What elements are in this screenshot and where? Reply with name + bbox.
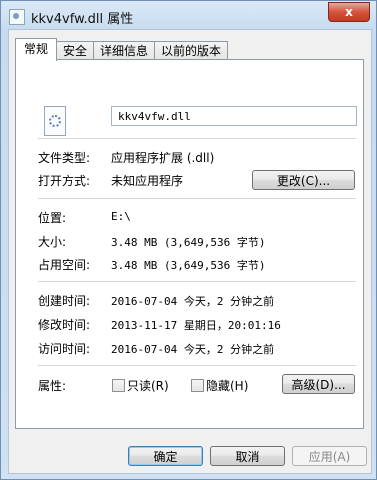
hidden-checkbox[interactable] — [191, 379, 204, 392]
advanced-button[interactable]: 高级(D)... — [282, 374, 355, 394]
size-on-disk-label: 占用空间: — [38, 258, 91, 272]
dialog-body: 常规 安全 详细信息 以前的版本 kkv4vfw.dll 文件类型: 应用程序扩… — [8, 29, 372, 474]
close-button[interactable]: x — [328, 2, 370, 22]
size-on-disk-value: 3.48 MB (3,649,536 字节) — [111, 259, 266, 272]
title-bar[interactable]: kkv4vfw.dll 属性 x — [1, 1, 376, 31]
separator — [38, 365, 356, 366]
change-button[interactable]: 更改(C)... — [252, 170, 355, 190]
separator — [38, 138, 356, 139]
accessed-label: 访问时间: — [38, 342, 91, 356]
tab-details[interactable]: 详细信息 — [93, 41, 156, 61]
ok-button[interactable]: 确定 — [128, 446, 203, 466]
readonly-label[interactable]: 只读(R) — [127, 377, 169, 394]
dll-file-icon — [9, 9, 25, 25]
location-value: E:\ — [111, 210, 131, 223]
attributes-label: 属性: — [38, 379, 67, 393]
window-title: kkv4vfw.dll 属性 — [31, 12, 134, 27]
apply-button[interactable]: 应用(A) — [292, 446, 367, 466]
tab-security[interactable]: 安全 — [56, 41, 95, 61]
tab-previous-versions[interactable]: 以前的版本 — [154, 41, 229, 61]
modified-value: 2013-11-17 星期日，20:01:16 — [111, 319, 281, 332]
gear-icon — [49, 115, 61, 127]
tab-strip: 常规 安全 详细信息 以前的版本 — [15, 38, 229, 61]
tab-general[interactable]: 常规 — [15, 38, 58, 61]
file-type-icon — [44, 106, 66, 136]
opens-with-value: 未知应用程序 — [111, 174, 184, 188]
file-name-input[interactable]: kkv4vfw.dll — [111, 106, 357, 126]
properties-window: kkv4vfw.dll 属性 x 常规 安全 详细信息 以前的版本 kkv4vf… — [0, 0, 377, 480]
separator — [38, 281, 356, 282]
cancel-button[interactable]: 取消 — [210, 446, 285, 466]
size-value: 3.48 MB (3,649,536 字节) — [111, 236, 266, 249]
accessed-value: 2016-07-04 今天，2 分钟之前 — [111, 343, 275, 356]
separator — [38, 198, 356, 199]
general-tab-panel: kkv4vfw.dll 文件类型: 应用程序扩展 (.dll) 打开方式: 未知… — [15, 59, 364, 429]
created-label: 创建时间: — [38, 294, 91, 308]
file-type-value: 应用程序扩展 (.dll) — [111, 151, 215, 165]
location-label: 位置: — [38, 211, 67, 225]
created-value: 2016-07-04 今天，2 分钟之前 — [111, 295, 275, 308]
file-type-label: 文件类型: — [38, 151, 91, 165]
opens-with-label: 打开方式: — [38, 174, 91, 188]
readonly-checkbox[interactable] — [112, 379, 125, 392]
modified-label: 修改时间: — [38, 318, 91, 332]
hidden-label[interactable]: 隐藏(H) — [206, 377, 248, 394]
size-label: 大小: — [38, 235, 67, 249]
